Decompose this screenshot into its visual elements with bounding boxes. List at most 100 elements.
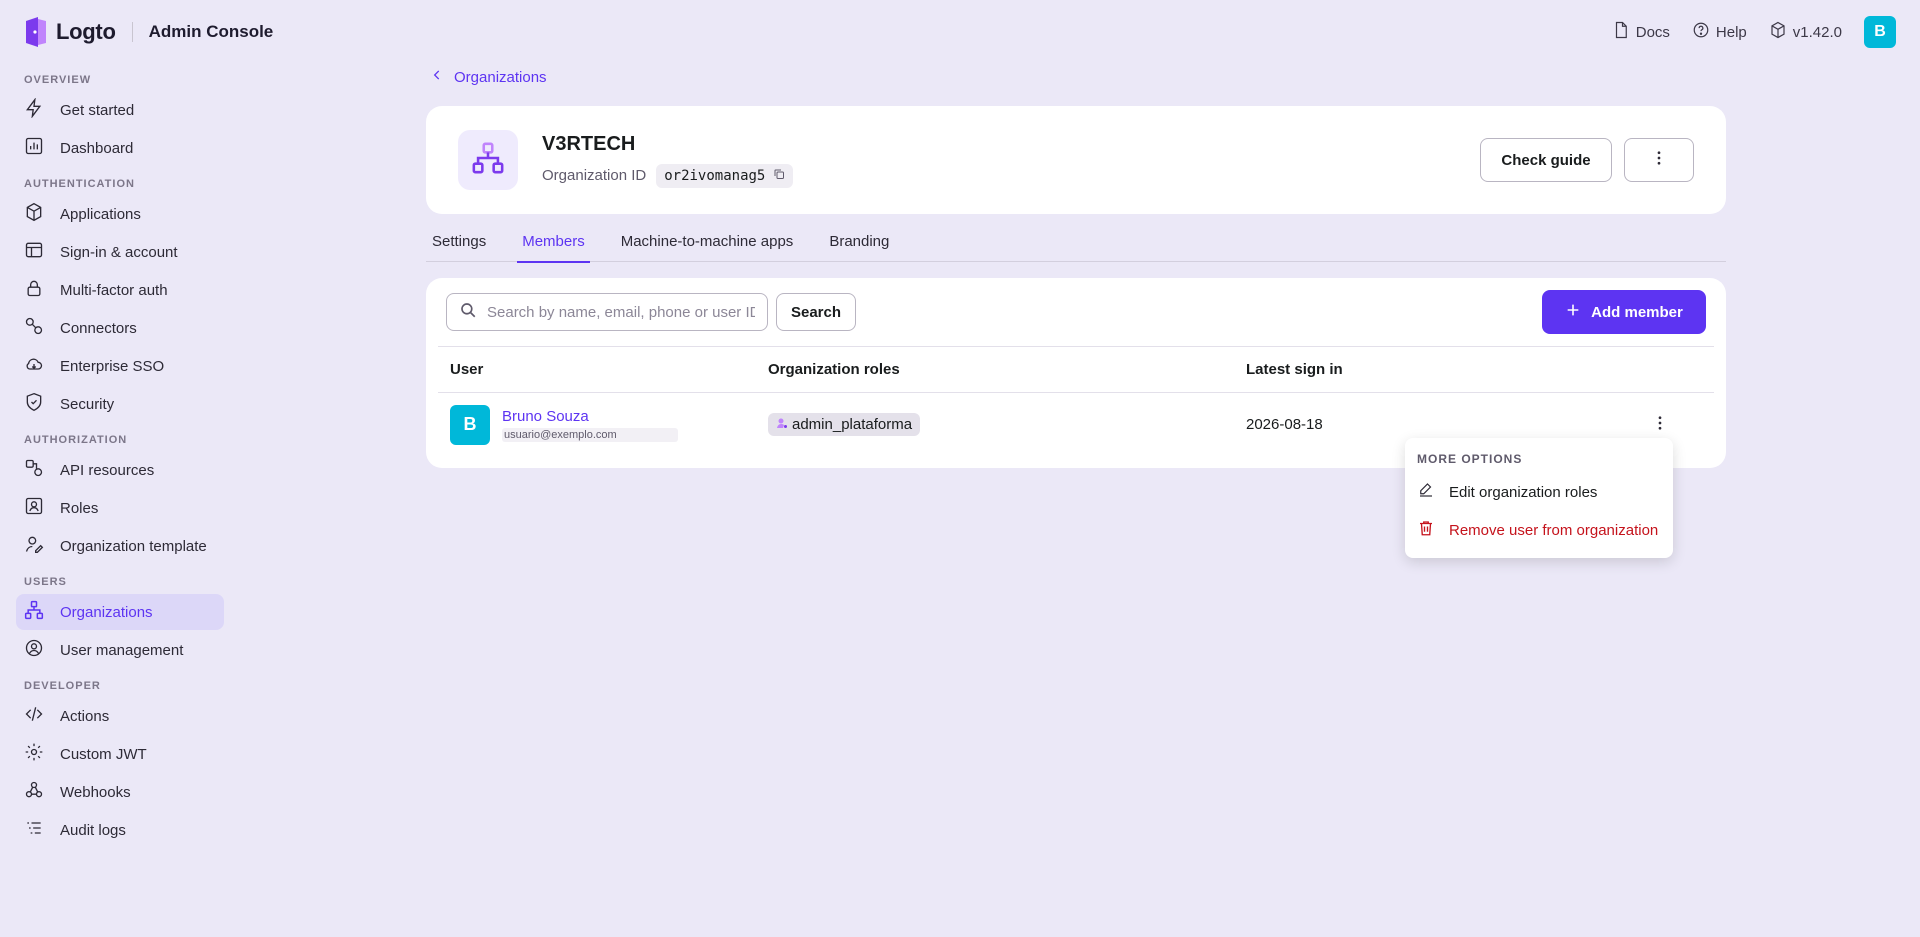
sidebar-item-label: Actions bbox=[60, 707, 110, 725]
sidebar-item-org-template[interactable]: Organization template bbox=[16, 528, 224, 564]
chevron-left-icon bbox=[430, 68, 444, 86]
organization-id-chip[interactable]: or2ivomanag5 bbox=[656, 163, 794, 188]
sidebar-item-label: Get started bbox=[60, 101, 135, 119]
sidebar-item-label: Audit logs bbox=[60, 821, 126, 839]
sidebar-item-actions[interactable]: Actions bbox=[16, 698, 224, 734]
sidebar-item-roles[interactable]: Roles bbox=[16, 490, 224, 526]
window-icon bbox=[24, 240, 44, 264]
sidebar-item-mfa[interactable]: Multi-factor auth bbox=[16, 272, 224, 308]
user-cell: B Bruno Souza usuario@exemplo.com bbox=[450, 404, 756, 445]
package-icon bbox=[1769, 21, 1787, 43]
sidebar-item-label: Organizations bbox=[60, 603, 153, 621]
main-content: Organizations V3RTECH Organization ID or… bbox=[426, 64, 1726, 468]
webhook-icon bbox=[24, 780, 44, 804]
organization-header-card: V3RTECH Organization ID or2ivomanag5 Che… bbox=[426, 106, 1726, 214]
sidebar-item-label: Multi-factor auth bbox=[60, 281, 168, 299]
chart-icon bbox=[24, 136, 44, 160]
copy-icon[interactable] bbox=[773, 168, 785, 184]
column-actions bbox=[1594, 346, 1714, 393]
dropdown-title: MORE OPTIONS bbox=[1417, 452, 1523, 466]
tab-settings[interactable]: Settings bbox=[432, 228, 486, 262]
organization-icon bbox=[471, 141, 505, 180]
edit-organization-roles-item[interactable]: Edit organization roles bbox=[1417, 474, 1661, 510]
tab-m2m-apps[interactable]: Machine-to-machine apps bbox=[621, 228, 794, 262]
docs-link[interactable]: Docs bbox=[1612, 21, 1670, 43]
logo[interactable]: Logto bbox=[24, 17, 116, 47]
sidebar-item-label: API resources bbox=[60, 461, 155, 479]
check-guide-button[interactable]: Check guide bbox=[1480, 138, 1612, 182]
cube-icon bbox=[24, 202, 44, 226]
more-options-dropdown: MORE OPTIONS Edit organization roles Rem… bbox=[1405, 438, 1673, 558]
version-label: v1.42.0 bbox=[1792, 23, 1842, 41]
list-icon bbox=[24, 818, 44, 842]
docs-label: Docs bbox=[1635, 23, 1670, 41]
sidebar-item-user-management[interactable]: User management bbox=[16, 632, 224, 668]
breadcrumb[interactable]: Organizations bbox=[426, 64, 1726, 90]
logo-icon bbox=[24, 17, 48, 47]
row-more-button[interactable] bbox=[1646, 411, 1674, 439]
lock-icon bbox=[24, 278, 44, 302]
tab-members[interactable]: Members bbox=[517, 228, 590, 263]
table-header-row: User Organization roles Latest sign in bbox=[438, 346, 1714, 393]
sidebar-item-label: Security bbox=[60, 395, 115, 413]
user-avatar-top[interactable]: B bbox=[1864, 16, 1896, 48]
top-right-links: Docs Help v1.42.0 B bbox=[1612, 16, 1896, 48]
role-icon bbox=[24, 496, 44, 520]
user-name-link[interactable]: Bruno Souza bbox=[502, 408, 678, 425]
sidebar-item-label: Organization template bbox=[60, 537, 207, 555]
section-developer: DEVELOPER bbox=[24, 680, 101, 692]
sidebar-item-organizations[interactable]: Organizations bbox=[16, 594, 224, 630]
edit-roles-label: Edit organization roles bbox=[1449, 483, 1598, 501]
sidebar-item-label: Custom JWT bbox=[60, 745, 147, 763]
remove-user-label: Remove user from organization bbox=[1449, 521, 1659, 539]
sidebar-item-get-started[interactable]: Get started bbox=[16, 92, 224, 128]
cloud-icon bbox=[24, 354, 44, 378]
more-vertical-icon bbox=[1650, 149, 1668, 171]
sidebar-item-connectors[interactable]: Connectors bbox=[16, 310, 224, 346]
sidebar-item-label: Applications bbox=[60, 205, 141, 223]
plus-icon bbox=[1565, 302, 1581, 322]
section-overview: OVERVIEW bbox=[24, 74, 92, 86]
search-box[interactable] bbox=[446, 293, 768, 331]
bolt-icon bbox=[24, 97, 44, 122]
more-options-button[interactable] bbox=[1624, 138, 1694, 182]
help-link[interactable]: Help bbox=[1692, 21, 1747, 43]
sidebar-item-security[interactable]: Security bbox=[16, 386, 224, 422]
code-icon bbox=[24, 704, 44, 728]
sidebar-item-custom-jwt[interactable]: Custom JWT bbox=[16, 736, 224, 772]
organization-id-row: Organization ID or2ivomanag5 bbox=[542, 163, 794, 188]
sidebar-item-label: Sign-in & account bbox=[60, 243, 178, 261]
sidebar-item-label: Webhooks bbox=[60, 783, 131, 801]
sidebar-item-label: Roles bbox=[60, 499, 99, 517]
column-organization-roles: Organization roles bbox=[756, 346, 1234, 393]
user-template-icon bbox=[24, 534, 44, 558]
search-button[interactable]: Search bbox=[776, 293, 856, 331]
sidebar-item-webhooks[interactable]: Webhooks bbox=[16, 774, 224, 810]
sidebar-item-sign-in[interactable]: Sign-in & account bbox=[16, 234, 224, 270]
sidebar-item-dashboard[interactable]: Dashboard bbox=[16, 130, 224, 166]
search-input[interactable] bbox=[487, 303, 755, 321]
version-link[interactable]: v1.42.0 bbox=[1769, 21, 1842, 43]
remove-user-item[interactable]: Remove user from organization bbox=[1417, 512, 1661, 548]
add-member-label: Add member bbox=[1591, 303, 1683, 321]
column-user: User bbox=[438, 346, 756, 393]
sidebar-item-enterprise-sso[interactable]: Enterprise SSO bbox=[16, 348, 224, 384]
section-authentication: AUTHENTICATION bbox=[24, 178, 135, 190]
sidebar-item-api-resources[interactable]: API resources bbox=[16, 452, 224, 488]
section-users: USERS bbox=[24, 576, 67, 588]
add-member-button[interactable]: Add member bbox=[1542, 290, 1706, 334]
sidebar-item-audit-logs[interactable]: Audit logs bbox=[16, 812, 224, 848]
sidebar: OVERVIEW Get started Dashboard AUTHENTIC… bbox=[16, 64, 224, 850]
organization-name: V3RTECH bbox=[542, 132, 636, 155]
gear-icon bbox=[24, 742, 44, 766]
user-role-icon bbox=[776, 416, 788, 433]
members-toolbar: Search Add member bbox=[438, 278, 1714, 346]
organization-info: V3RTECH Organization ID or2ivomanag5 bbox=[542, 132, 794, 188]
help-label: Help bbox=[1715, 23, 1747, 41]
tab-branding[interactable]: Branding bbox=[829, 228, 889, 262]
logo-divider bbox=[131, 22, 133, 42]
role-chip: admin_plataforma bbox=[768, 413, 921, 437]
logo-text: Logto bbox=[56, 19, 116, 44]
more-vertical-icon bbox=[1651, 414, 1669, 436]
sidebar-item-applications[interactable]: Applications bbox=[16, 196, 224, 232]
